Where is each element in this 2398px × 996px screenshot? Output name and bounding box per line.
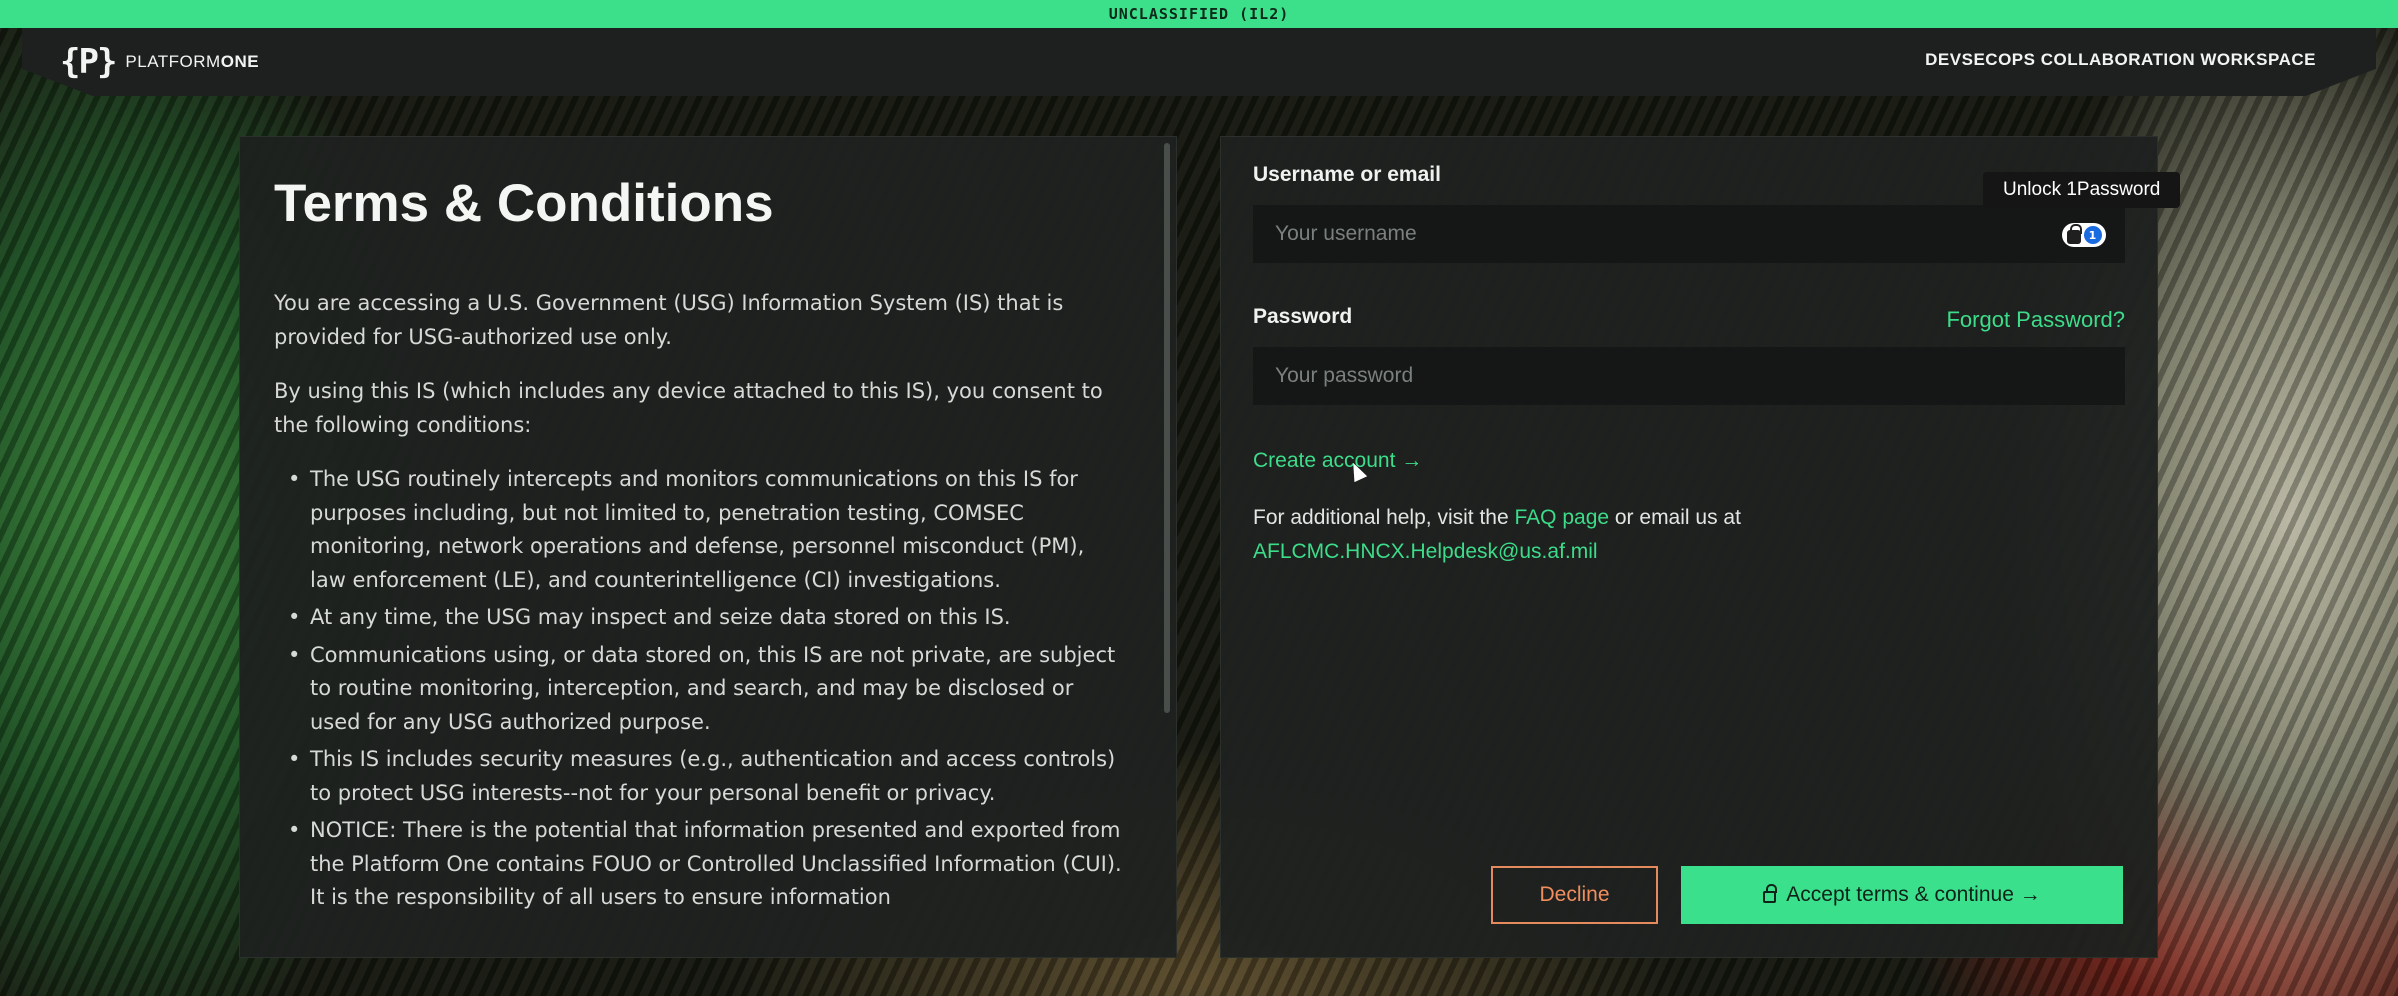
accept-terms-button[interactable]: Accept terms & continue → <box>1681 866 2123 924</box>
lock-icon <box>1763 884 1778 903</box>
login-panel: Username or email 1 Password Forgot Pass… <box>1220 136 2158 958</box>
terms-list-item: Communications using, or data stored on,… <box>288 639 1124 740</box>
helpdesk-email-link[interactable]: AFLCMC.HNCX.Helpdesk@us.af.mil <box>1253 540 1598 563</box>
top-header: {P} PLATFORMONE DEVSECOPS COLLABORATION … <box>0 28 2398 96</box>
password-manager-icon[interactable]: 1 <box>2062 223 2106 247</box>
help-prefix: For additional help, visit the <box>1253 506 1515 529</box>
logo-text: PLATFORMONE <box>125 52 259 72</box>
logo-text-bold: ONE <box>220 52 260 71</box>
terms-list-item: This IS includes security measures (e.g.… <box>288 743 1124 810</box>
faq-link[interactable]: FAQ page <box>1514 506 1609 529</box>
help-text: For additional help, visit the FAQ page … <box>1253 501 2053 568</box>
onepassword-badge: 1 <box>2083 226 2102 244</box>
workspace-title: DEVSECOPS COLLABORATION WORKSPACE <box>1925 50 2316 69</box>
password-label: Password <box>1253 305 1353 328</box>
accept-button-label: Accept terms & continue → <box>1786 883 2041 906</box>
terms-title: Terms & Conditions <box>274 174 774 233</box>
terms-list-item: NOTICE: There is the potential that info… <box>288 814 1124 915</box>
logo-text-regular: PLATFORM <box>125 52 221 71</box>
terms-list-item: The USG routinely intercepts and monitor… <box>288 463 1124 597</box>
help-middle: or email us at <box>1609 506 1741 529</box>
lock-icon <box>2066 224 2082 244</box>
terms-body: You are accessing a U.S. Government (USG… <box>274 287 1124 919</box>
terms-scrollbar[interactable] <box>1164 143 1170 713</box>
terms-list: The USG routinely intercepts and monitor… <box>288 463 1124 915</box>
password-input[interactable] <box>1253 347 2125 405</box>
decline-button[interactable]: Decline <box>1491 866 1658 924</box>
onepassword-tooltip: Unlock 1Password <box>1983 172 2181 208</box>
platform-one-logo[interactable]: {P} PLATFORMONE <box>60 42 259 82</box>
username-label: Username or email <box>1253 163 1441 186</box>
terms-paragraph: You are accessing a U.S. Government (USG… <box>274 291 1064 349</box>
terms-list-item: At any time, the USG may inspect and sei… <box>288 601 1124 635</box>
forgot-password-link[interactable]: Forgot Password? <box>1946 307 2125 333</box>
terms-panel[interactable]: Terms & Conditions You are accessing a U… <box>239 136 1177 958</box>
username-input[interactable] <box>1253 205 2125 263</box>
classification-banner: UNCLASSIFIED (IL2) <box>0 0 2398 28</box>
logo-mark: {P} <box>60 42 117 82</box>
create-account-link[interactable]: Create account → <box>1253 449 1422 473</box>
terms-paragraph: By using this IS (which includes any dev… <box>274 379 1103 437</box>
